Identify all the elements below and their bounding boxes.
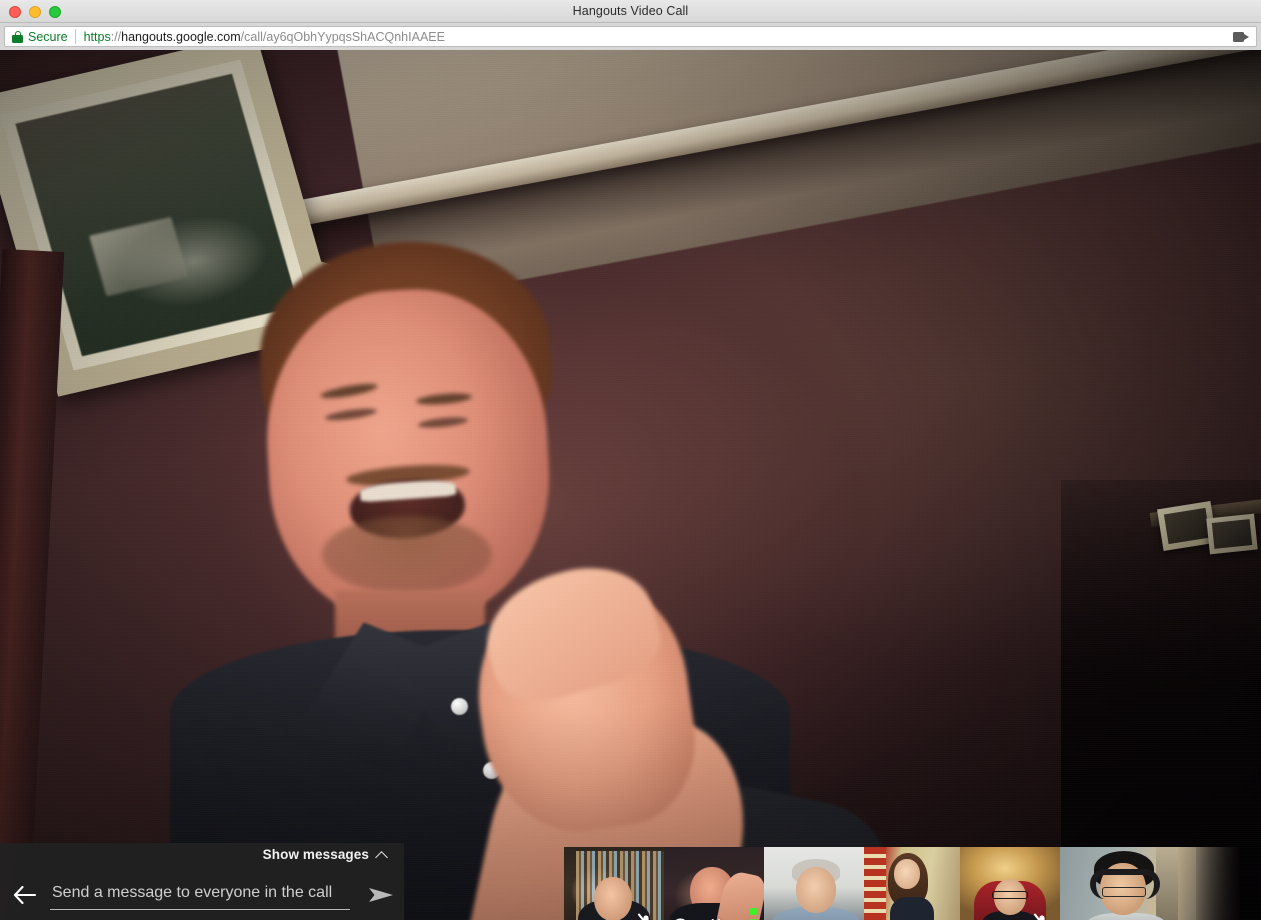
zoom-window-button[interactable] (49, 6, 61, 18)
audio-level-indicator (750, 908, 757, 920)
participant-name-label: Scott (674, 916, 723, 920)
chat-compose-row (0, 873, 404, 917)
main-video-stage[interactable]: Show messages Send a message to everyone… (0, 50, 1261, 920)
chat-message-input[interactable] (50, 878, 350, 908)
participant-thumbnail[interactable] (564, 847, 664, 920)
participant-thumbnail[interactable] (960, 847, 1060, 920)
title-bar: Hangouts Video Call (0, 0, 1261, 23)
participant-thumbnail[interactable] (764, 847, 864, 920)
show-messages-label: Show messages (262, 847, 369, 862)
browser-window: Hangouts Video Call Secure https://hango… (0, 0, 1261, 920)
show-messages-button[interactable]: Show messages (263, 847, 388, 862)
security-status-label: Secure (28, 29, 68, 44)
main-speaker-video (150, 180, 906, 920)
minimize-window-button[interactable] (29, 6, 41, 18)
arrow-left-icon[interactable] (0, 873, 50, 917)
lock-icon (12, 30, 23, 43)
address-bar[interactable]: Secure https://hangouts.google.com/call/… (4, 26, 1257, 47)
mic-muted-icon (636, 913, 656, 920)
send-icon[interactable] (358, 873, 404, 917)
close-window-button[interactable] (9, 6, 21, 18)
url-text: https://hangouts.google.com/call/ay6qObh… (84, 30, 445, 44)
video-camera-icon[interactable] (1233, 31, 1250, 43)
url-host: hangouts.google.com (121, 29, 241, 44)
url-separator: :// (110, 29, 122, 44)
browser-toolbar: Secure https://hangouts.google.com/call/… (0, 23, 1261, 50)
speaker-beard (322, 516, 492, 594)
shelf-picture-frame-b (1206, 513, 1258, 555)
participant-thumbnail[interactable] (864, 847, 960, 920)
url-scheme: https (83, 29, 111, 44)
window-title: Hangouts Video Call (572, 4, 689, 18)
url-path: /call/ay6qObhYypqsShACQnhIAAEE (240, 29, 445, 44)
participant-thumbnail[interactable]: Scott (664, 847, 764, 920)
chevron-up-icon (376, 849, 388, 861)
mic-muted-icon (1032, 913, 1052, 920)
participant-thumbnail[interactable] (1060, 847, 1240, 920)
traffic-light-buttons[interactable] (9, 6, 61, 18)
participant-filmstrip[interactable]: Scott (564, 847, 1240, 920)
omnibox-divider (74, 29, 76, 44)
shirt-button-upper (451, 698, 468, 715)
chat-input-wrapper (50, 878, 350, 912)
chat-composer-panel[interactable]: Show messages (0, 843, 404, 920)
chat-input-underline (50, 909, 350, 910)
